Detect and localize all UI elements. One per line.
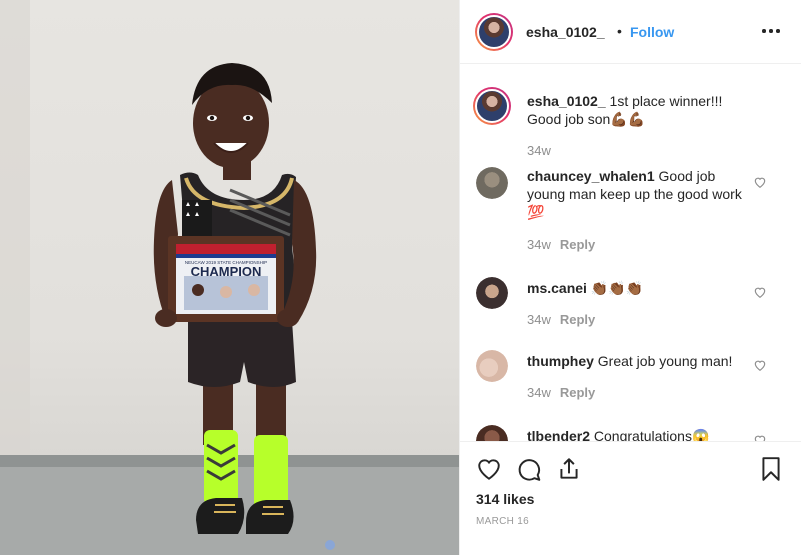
comment-username[interactable]: chauncey_whalen1: [527, 168, 655, 184]
plaque-title: CHAMPION: [191, 264, 262, 279]
comment-meta: 34w Reply: [527, 385, 595, 400]
like-count[interactable]: 314 likes: [476, 491, 534, 507]
comment-username[interactable]: tlbender2: [527, 428, 590, 441]
comment-text: chauncey_whalen1 Good job young man keep…: [527, 168, 742, 220]
share-icon[interactable]: [556, 456, 582, 482]
header-separator: •: [617, 23, 622, 39]
comment-text: thumphey Great job young man!: [527, 353, 733, 369]
post-side-panel: esha_0102_ • Follow esha_0102_ 1st place…: [459, 0, 801, 555]
post-actions: 314 likes MARCH 16: [460, 441, 801, 555]
post-header: esha_0102_ • Follow: [460, 0, 801, 64]
follow-button[interactable]: Follow: [630, 24, 674, 40]
comment-meta: 34w Reply: [527, 312, 595, 327]
author-avatar[interactable]: [475, 13, 513, 51]
post-date[interactable]: MARCH 16: [476, 516, 529, 527]
comments-list[interactable]: esha_0102_ 1st place winner!!! Good job …: [460, 65, 801, 441]
commenter-avatar[interactable]: [476, 167, 508, 199]
author-username[interactable]: esha_0102_: [526, 24, 605, 40]
like-comment-icon[interactable]: [753, 358, 767, 372]
plaque-subtitle: NEUCAW 2019 STATE CHAMPIONSHIP: [185, 260, 267, 265]
comment-text: tlbender2 Congratulations😱: [527, 427, 749, 441]
caption-timestamp[interactable]: 34w: [527, 143, 551, 158]
commenter-avatar[interactable]: [476, 350, 508, 382]
comment-text: ms.canei 👏🏾👏🏾👏🏾: [527, 280, 644, 296]
comment-username[interactable]: thumphey: [527, 353, 594, 369]
like-comment-icon[interactable]: [753, 433, 767, 441]
comment-username[interactable]: ms.canei: [527, 280, 587, 296]
like-comment-icon[interactable]: [753, 285, 767, 299]
caption-username[interactable]: esha_0102_: [527, 93, 606, 109]
comment-time[interactable]: 34w: [527, 385, 551, 400]
heart-icon[interactable]: [476, 456, 502, 482]
commenter-avatar[interactable]: [476, 425, 508, 441]
like-comment-icon[interactable]: [753, 175, 767, 189]
reply-button[interactable]: Reply: [560, 385, 595, 400]
comment-meta: 34w Reply: [527, 237, 595, 252]
caption-text: esha_0102_ 1st place winner!!! Good job …: [527, 92, 749, 128]
comment-time[interactable]: 34w: [527, 237, 551, 252]
bookmark-icon[interactable]: [758, 456, 784, 482]
reply-button[interactable]: Reply: [560, 237, 595, 252]
reply-button[interactable]: Reply: [560, 312, 595, 327]
commenter-avatar[interactable]: [476, 277, 508, 309]
post-photo[interactable]: CHAMPION NEUCAW 2019 STATE CHAMPIONSHIP: [0, 0, 459, 555]
comment-time[interactable]: 34w: [527, 312, 551, 327]
more-options-icon[interactable]: [762, 22, 782, 38]
photo-illustration: CHAMPION NEUCAW 2019 STATE CHAMPIONSHIP: [0, 0, 459, 555]
instagram-post: CHAMPION NEUCAW 2019 STATE CHAMPIONSHIP …: [0, 0, 801, 555]
champion-plaque: [168, 236, 284, 322]
caption-author-avatar[interactable]: [473, 87, 511, 125]
comment-icon[interactable]: [516, 456, 542, 482]
